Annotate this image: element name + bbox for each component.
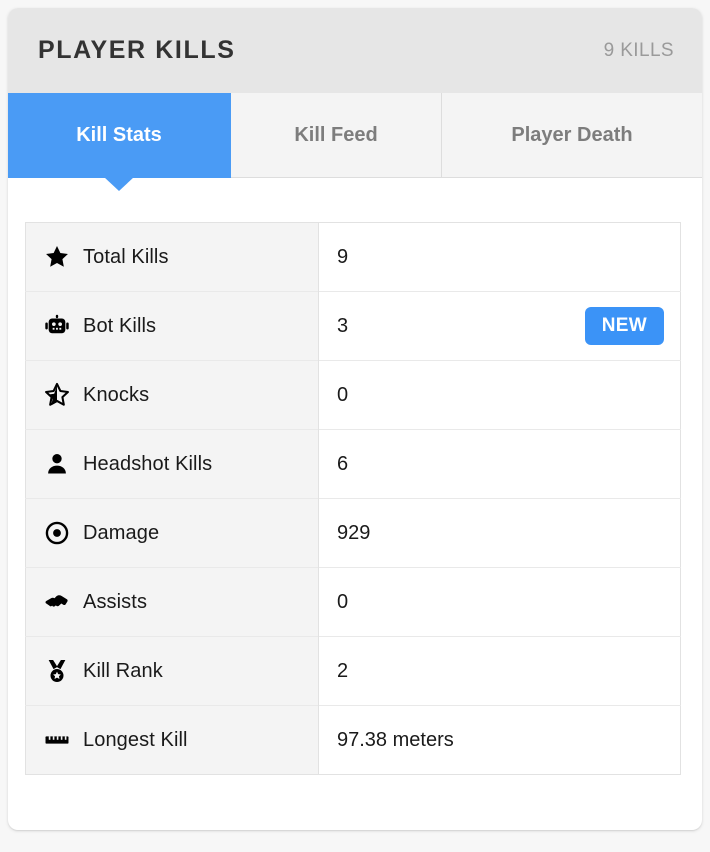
stat-value: 3 <box>337 314 349 337</box>
page-title: PLAYER KILLS <box>38 36 236 64</box>
table-row: Longest Kill 97.38 meters <box>25 705 681 775</box>
table-row: Assists 0 <box>25 567 681 637</box>
stat-label-cell: Kill Rank <box>25 636 319 706</box>
stat-value: 0 <box>337 590 349 613</box>
stat-label-cell: Damage <box>25 498 319 568</box>
stat-label: Headshot Kills <box>83 452 213 475</box>
stat-value-cell: 2 <box>318 636 681 706</box>
tab-player-death[interactable]: Player Death <box>442 93 702 178</box>
stat-label-cell: Total Kills <box>25 222 319 292</box>
stat-label-cell: Knocks <box>25 360 319 430</box>
ruler-icon <box>44 727 70 753</box>
star-icon <box>44 244 70 270</box>
stat-value-cell: 6 <box>318 429 681 499</box>
person-icon <box>44 451 70 477</box>
stat-value-cell: 97.38 meters <box>318 705 681 775</box>
table-row: Headshot Kills 6 <box>25 429 681 499</box>
tab-bar: Kill Stats Kill Feed Player Death <box>8 93 702 191</box>
table-row: Bot Kills 3 NEW <box>25 291 681 361</box>
player-kills-card: PLAYER KILLS 9 KILLS Kill Stats Kill Fee… <box>8 8 702 830</box>
tab-player-death-label: Player Death <box>511 123 633 146</box>
stat-value: 6 <box>337 452 349 475</box>
medal-icon <box>44 658 70 684</box>
stat-value: 929 <box>337 521 371 544</box>
tab-kill-feed[interactable]: Kill Feed <box>231 93 442 178</box>
stat-label-cell: Longest Kill <box>25 705 319 775</box>
stat-label: Assists <box>83 590 148 613</box>
stat-label: Damage <box>83 521 160 544</box>
stat-value-cell: 3 NEW <box>318 291 681 361</box>
tab-kill-feed-label: Kill Feed <box>294 123 378 146</box>
stat-value: 2 <box>337 659 349 682</box>
stat-value: 97.38 meters <box>337 728 454 751</box>
stat-label-cell: Assists <box>25 567 319 637</box>
table-row: Damage 929 <box>25 498 681 568</box>
stat-label-cell: Headshot Kills <box>25 429 319 499</box>
card-header: PLAYER KILLS 9 KILLS <box>8 8 702 93</box>
stat-label: Total Kills <box>83 245 169 268</box>
stat-label: Longest Kill <box>83 728 188 751</box>
active-tab-caret-icon <box>104 177 134 191</box>
handshake-icon <box>44 589 70 615</box>
stat-label: Knocks <box>83 383 150 406</box>
bullseye-icon <box>44 520 70 546</box>
tab-kill-stats-label: Kill Stats <box>76 123 162 146</box>
stat-value-cell: 0 <box>318 360 681 430</box>
table-row: Knocks 0 <box>25 360 681 430</box>
robot-icon <box>44 313 70 339</box>
stat-label: Kill Rank <box>83 659 163 682</box>
kill-stats-table: Total Kills 9 Bot Kills 3 NEW Knocks 0 H… <box>25 222 681 775</box>
stat-value-cell: 0 <box>318 567 681 637</box>
table-row: Total Kills 9 <box>25 222 681 292</box>
stat-value-cell: 9 <box>318 222 681 292</box>
stat-label: Bot Kills <box>83 314 157 337</box>
kill-stats-panel: Total Kills 9 Bot Kills 3 NEW Knocks 0 H… <box>8 178 702 775</box>
stat-value-cell: 929 <box>318 498 681 568</box>
stat-label-cell: Bot Kills <box>25 291 319 361</box>
tab-kill-stats[interactable]: Kill Stats <box>8 93 231 191</box>
stat-value: 9 <box>337 245 349 268</box>
kill-count-label: 9 KILLS <box>603 39 674 61</box>
star-half-icon <box>44 382 70 408</box>
new-badge[interactable]: NEW <box>584 307 664 345</box>
stat-value: 0 <box>337 383 349 406</box>
table-row: Kill Rank 2 <box>25 636 681 706</box>
